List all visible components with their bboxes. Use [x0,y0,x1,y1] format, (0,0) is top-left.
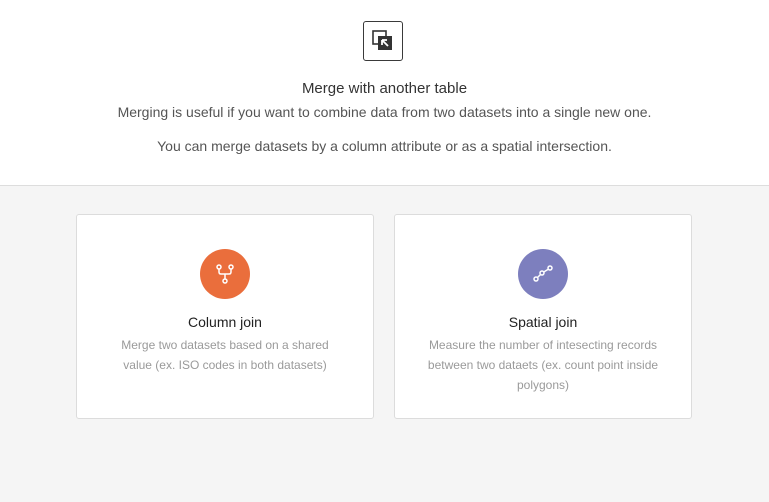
merge-header: Merge with another table Merging is usef… [0,0,769,186]
spatial-join-icon-circle [518,249,568,299]
column-join-title: Column join [188,314,262,330]
modal-title: Merge with another table [301,80,468,97]
column-join-icon-circle [200,249,250,299]
branch-icon [216,264,234,284]
spatial-join-description: Measure the number of intesecting record… [427,338,659,392]
modal-subtitle-secondary: You can merge datasets by a column attri… [157,138,612,154]
spatial-join-card[interactable]: Spatial join Measure the number of intes… [394,214,692,419]
modal-subtitle: Merging is useful if you want to combine… [117,104,652,120]
spatial-join-title: Spatial join [508,314,578,330]
column-join-card[interactable]: Column join Merge two datasets based on … [76,214,374,419]
merge-icon [363,21,403,61]
nodes-icon [533,265,553,282]
column-join-description: Merge two datasets based on a shared val… [121,338,329,372]
